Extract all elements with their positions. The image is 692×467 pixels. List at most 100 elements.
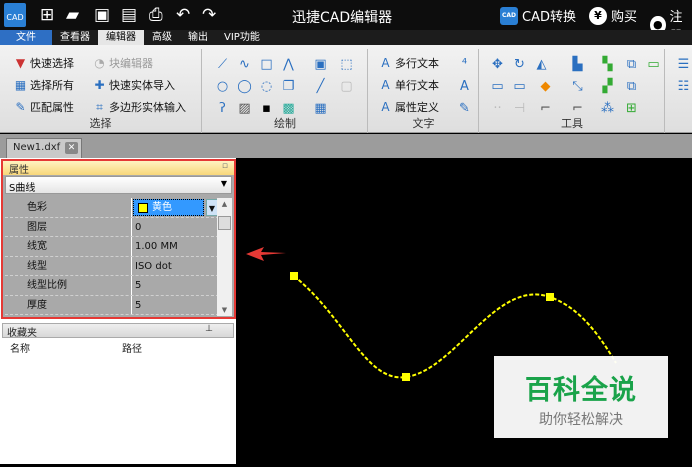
menu-viewer[interactable]: 查看器 [52,30,98,45]
object-type-select[interactable]: S曲线 ▼ [5,176,232,194]
label: 快速实体导入 [109,79,175,92]
label: 匹配属性 [30,101,74,114]
block-insert-icon[interactable]: ▣ [313,57,328,72]
rectangle-icon[interactable]: □ [259,57,274,72]
document-tabs: New1.dxf ✕ [0,134,692,158]
text-style-icon[interactable]: A [457,79,472,94]
rotate-icon[interactable]: ↻ [512,57,527,72]
property-value[interactable]: ISO dot [132,257,219,276]
circle-icon[interactable]: ○ [215,79,230,94]
new-icon[interactable]: ⊞ [40,5,54,25]
undo-icon[interactable]: ↶ [176,5,190,25]
label: 多行文本 [395,57,439,70]
save-as-icon[interactable]: ▤ [121,5,137,25]
copy-icon[interactable]: ❐ [281,79,296,94]
menu-file[interactable]: 文件 [0,30,52,45]
label: 单行文本 [395,79,439,92]
trim-icon[interactable]: ⊣ [512,101,527,116]
scroll-thumb[interactable] [218,216,231,230]
edit-text-icon[interactable]: ✎ [457,101,472,116]
mirror-icon[interactable]: ◭ [534,57,549,72]
ungroup-icon[interactable]: ⧉ [624,79,639,94]
hatch-icon[interactable]: ▨ [237,101,252,116]
property-value[interactable]: 5 [132,276,219,295]
array-icon[interactable]: ⧉ [624,57,639,72]
property-row: 线型 ISO dot [5,256,219,276]
favorites-columns: 名称 路径 [2,340,234,360]
select-all-button[interactable]: ▦ 选择所有 [14,77,74,93]
chamfer-icon[interactable]: ⌐ [570,101,585,116]
property-value[interactable]: 1.00 MM [132,237,219,256]
properties-title: 属性 [9,165,29,176]
property-value[interactable]: 0 [132,218,219,237]
menu-editor[interactable]: 编辑器 [98,30,144,45]
point-icon[interactable]: ▪ [259,101,274,116]
menu-vip[interactable]: VIP功能 [216,30,268,45]
cad-convert-button[interactable]: CAD CAD转换 [500,6,576,25]
pin-icon[interactable]: ▫ [222,161,228,171]
list-icon[interactable]: ☷ [676,79,691,94]
spline-icon[interactable]: ∿ [237,57,252,72]
helix-icon[interactable]: ʔ [215,101,230,116]
break-icon[interactable]: ·· [490,101,505,116]
watermark-subtitle: 助你轻松解决 [539,412,623,428]
match-properties-button[interactable]: ✎ 匹配属性 [14,99,74,115]
redo-icon[interactable]: ↷ [202,5,216,25]
arc-icon[interactable]: ◌ [259,79,274,94]
color-tool-icon[interactable]: ◆ [538,79,553,94]
open-icon[interactable]: ▰ [66,5,79,25]
menu-output[interactable]: 输出 [180,30,216,45]
label: 选择所有 [30,79,74,92]
polygon-entity-input-button[interactable]: ⌗ 多边形实体输入 [93,99,186,115]
fillet-icon[interactable]: ⌐ [538,101,553,116]
color-value[interactable]: 黄色 ▼ [132,198,219,217]
grip-point[interactable] [402,373,410,381]
block-editor-button[interactable]: ◔ 块编辑器 [93,55,153,71]
polygon-icon: ⌗ [96,99,103,114]
pen-icon[interactable]: ╱ [313,79,328,94]
move-icon[interactable]: ✥ [490,57,505,72]
scale-icon[interactable]: ⤡ [570,79,585,94]
align-icon[interactable]: ▙ [570,57,585,72]
pin-icon[interactable]: ⊥ [205,324,213,334]
property-value[interactable]: 5 [132,296,219,315]
group-icon[interactable]: ▞ [600,79,615,94]
multiline-text-button[interactable]: A 多行文本 [379,55,439,71]
properties-scrollbar[interactable]: ▲ ▼ [217,198,232,316]
label: 属性定义 [395,101,439,114]
quick-entity-import-button[interactable]: ✚ 快速实体导入 [93,77,175,93]
grip-point[interactable] [546,293,554,301]
menu-advanced[interactable]: 高级 [144,30,180,45]
line-icon[interactable]: ⟋ [215,57,230,72]
save-icon[interactable]: ▣ [94,5,110,25]
color-select[interactable]: 黄色 [133,199,204,216]
grip-point[interactable] [290,272,298,280]
explode-icon[interactable]: ⁂ [600,101,615,116]
print-icon[interactable]: ⎙ [149,5,163,25]
column-path[interactable]: 路径 [114,340,142,360]
layers-icon[interactable]: ☰ [676,57,691,72]
scroll-down-icon[interactable]: ▼ [217,306,232,314]
buy-button[interactable]: ¥ 购买 [589,6,637,25]
table-icon[interactable]: ▦ [313,101,328,116]
disabled-icon[interactable]: ▢ [339,79,354,94]
red-arrow-icon [246,247,286,261]
region-icon[interactable]: ⬚ [339,57,354,72]
image-icon[interactable]: ▩ [281,101,296,116]
frame-icon[interactable]: ▭ [490,79,505,94]
text-numbering-icon[interactable]: ⁴ [457,57,472,72]
circle-3p-icon[interactable]: ◯ [237,79,252,94]
polyline-icon[interactable]: ⋀ [281,57,296,72]
scroll-up-icon[interactable]: ▲ [217,200,232,208]
layer-icon[interactable]: ▚ [600,57,615,72]
attribute-definition-button[interactable]: A 属性定义 [379,99,439,115]
single-line-text-button[interactable]: A 单行文本 [379,77,439,93]
doc-tab[interactable]: New1.dxf ✕ [6,138,82,158]
window-icon[interactable]: ▭ [512,79,527,94]
quick-select-button[interactable]: ▼ 快速选择 [14,55,74,71]
align-right-icon[interactable]: ▭ [646,57,661,72]
text-icon: A [381,77,390,92]
column-name[interactable]: 名称 [2,340,114,360]
close-icon[interactable]: ✕ [65,142,78,154]
add-block-icon[interactable]: ⊞ [624,101,639,116]
